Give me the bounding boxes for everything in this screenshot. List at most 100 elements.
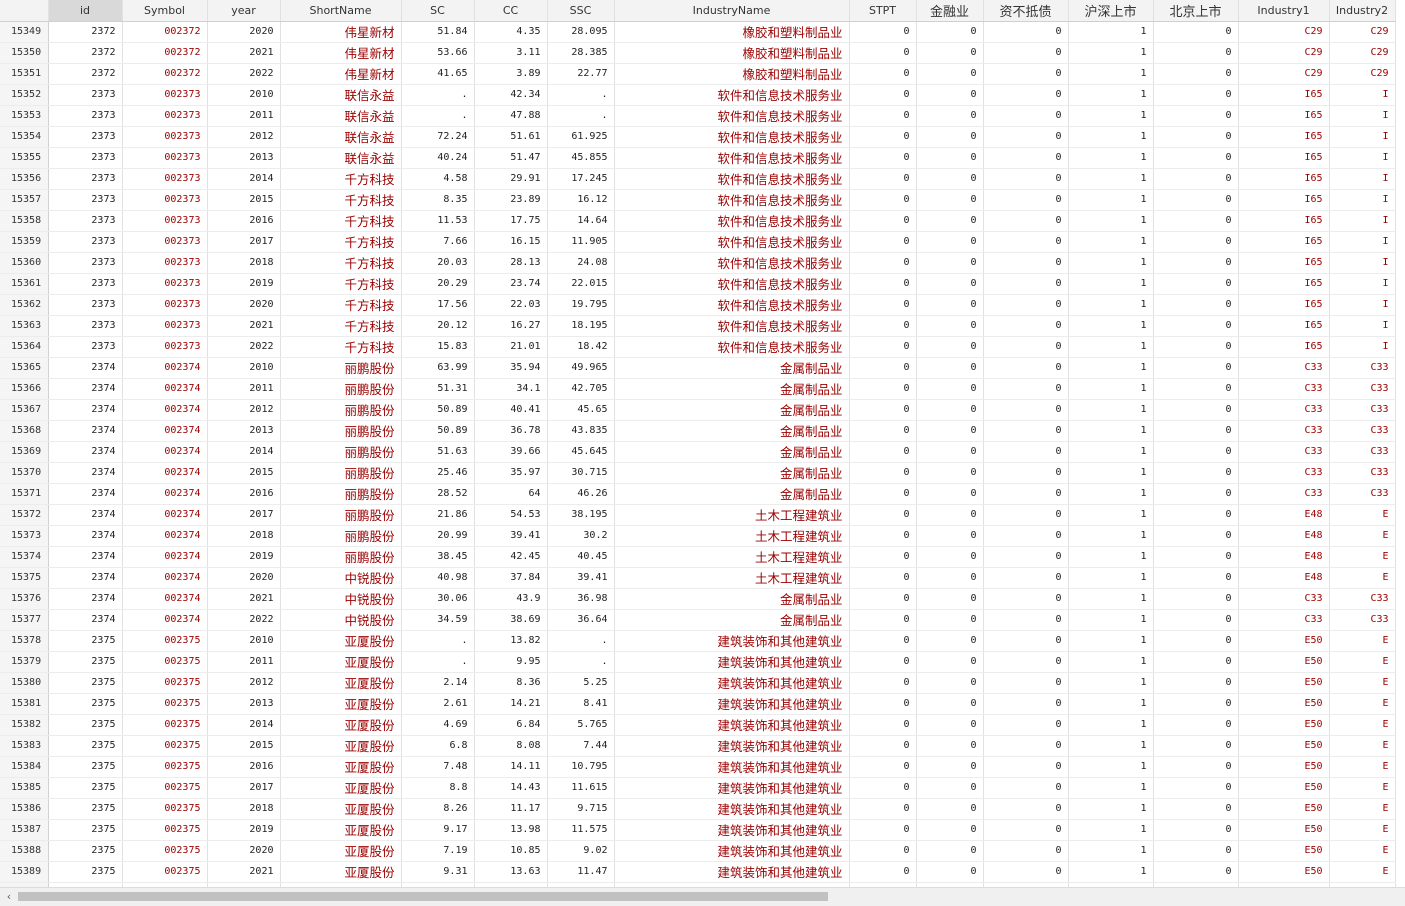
table-cell[interactable]: 40.98 xyxy=(401,567,475,589)
table-cell[interactable]: 0 xyxy=(1153,441,1239,463)
table-cell[interactable]: 0 xyxy=(849,357,917,379)
table-cell[interactable]: 0 xyxy=(1153,126,1239,148)
table-cell[interactable]: C33 xyxy=(1329,357,1396,379)
table-cell[interactable]: 0 xyxy=(849,189,917,211)
table-cell[interactable]: 0 xyxy=(916,420,984,442)
table-cell[interactable]: E50 xyxy=(1238,651,1330,673)
row-number[interactable]: 15350 xyxy=(0,42,49,64)
table-cell[interactable]: 20.29 xyxy=(401,273,475,295)
table-row[interactable]: 15364 2373 002373 2022 千方科技 15.83 21.01 18.42 软件… xyxy=(0,336,1396,358)
table-cell[interactable]: 13.63 xyxy=(474,861,548,883)
table-cell[interactable]: 2021 xyxy=(207,861,281,883)
table-cell[interactable]: 0 xyxy=(849,567,917,589)
row-number[interactable]: 15365 xyxy=(0,357,49,379)
table-cell[interactable]: 建筑装饰和其他建筑业 xyxy=(614,819,850,841)
table-cell[interactable]: . xyxy=(401,84,475,106)
column-header[interactable]: 沪深上市 xyxy=(1068,0,1154,22)
table-cell[interactable]: E xyxy=(1329,819,1396,841)
table-cell[interactable]: 丽鹏股份 xyxy=(280,357,402,379)
table-row[interactable]: 15381 2375 002375 2013 亚厦股份 2.61 14.21 8.41 建筑装饰… xyxy=(0,693,1396,715)
table-cell[interactable]: 0 xyxy=(983,546,1069,568)
table-cell[interactable]: 21.86 xyxy=(401,504,475,526)
table-cell[interactable]: 1 xyxy=(1068,84,1154,106)
table-cell[interactable]: 22.77 xyxy=(547,63,615,85)
table-cell[interactable]: 39.41 xyxy=(547,567,615,589)
table-cell[interactable]: 4.58 xyxy=(401,168,475,190)
table-cell[interactable]: 丽鹏股份 xyxy=(280,483,402,505)
table-row[interactable]: 15383 2375 002375 2015 亚厦股份 6.8 8.08 7.44 建筑装饰和其… xyxy=(0,735,1396,757)
table-cell[interactable]: 0 xyxy=(983,714,1069,736)
table-cell[interactable]: 002372 xyxy=(122,63,208,85)
row-number[interactable]: 15363 xyxy=(0,315,49,337)
row-number[interactable]: 15367 xyxy=(0,399,49,421)
table-cell[interactable]: 002373 xyxy=(122,147,208,169)
table-cell[interactable]: 0 xyxy=(916,189,984,211)
table-cell[interactable]: . xyxy=(401,105,475,127)
table-cell[interactable]: 29.91 xyxy=(474,168,548,190)
table-cell[interactable]: 0 xyxy=(916,483,984,505)
table-cell[interactable]: 软件和信息技术服务业 xyxy=(614,168,850,190)
table-cell[interactable]: I65 xyxy=(1238,252,1330,274)
table-cell[interactable]: 0 xyxy=(849,126,917,148)
table-cell[interactable]: 1 xyxy=(1068,21,1154,43)
table-cell[interactable]: 亚厦股份 xyxy=(280,819,402,841)
table-cell[interactable]: 1 xyxy=(1068,609,1154,631)
row-number[interactable]: 15375 xyxy=(0,567,49,589)
table-cell[interactable]: 002375 xyxy=(122,777,208,799)
table-cell[interactable]: I xyxy=(1329,336,1396,358)
table-cell[interactable]: 54.53 xyxy=(474,504,548,526)
table-cell[interactable]: . xyxy=(401,651,475,673)
table-cell[interactable]: 0 xyxy=(1153,756,1239,778)
table-cell[interactable]: 1 xyxy=(1068,525,1154,547)
table-cell[interactable]: 亚厦股份 xyxy=(280,651,402,673)
table-cell[interactable]: 002373 xyxy=(122,84,208,106)
table-cell[interactable]: 2016 xyxy=(207,210,281,232)
table-cell[interactable]: 002373 xyxy=(122,189,208,211)
table-cell[interactable]: 0 xyxy=(983,588,1069,610)
table-cell[interactable]: 14.21 xyxy=(474,693,548,715)
table-cell[interactable]: 建筑装饰和其他建筑业 xyxy=(614,672,850,694)
table-cell[interactable]: 0 xyxy=(916,546,984,568)
table-cell[interactable]: 2375 xyxy=(48,672,123,694)
table-cell[interactable]: 1 xyxy=(1068,819,1154,841)
table-cell[interactable]: 2022 xyxy=(207,609,281,631)
table-cell[interactable]: 7.48 xyxy=(401,756,475,778)
column-header[interactable]: Industry2 xyxy=(1329,0,1396,22)
table-row[interactable]: 15382 2375 002375 2014 亚厦股份 4.69 6.84 5.765 建筑装饰… xyxy=(0,714,1396,736)
table-cell[interactable]: 0 xyxy=(916,798,984,820)
table-cell[interactable]: 23.74 xyxy=(474,273,548,295)
table-cell[interactable]: 0 xyxy=(1153,63,1239,85)
table-cell[interactable]: 建筑装饰和其他建筑业 xyxy=(614,861,850,883)
table-cell[interactable]: 0 xyxy=(916,168,984,190)
table-cell[interactable]: 0 xyxy=(983,567,1069,589)
table-cell[interactable]: 0 xyxy=(1153,378,1239,400)
column-header[interactable]: 资不抵债 xyxy=(983,0,1069,22)
table-row[interactable]: 15378 2375 002375 2010 亚厦股份. 13.82. 建筑装饰和其他建筑业… xyxy=(0,630,1396,652)
column-header[interactable]: ShortName xyxy=(280,0,402,22)
table-cell[interactable]: 8.8 xyxy=(401,777,475,799)
table-cell[interactable]: 亚厦股份 xyxy=(280,735,402,757)
table-cell[interactable]: 51.47 xyxy=(474,147,548,169)
table-cell[interactable]: 2018 xyxy=(207,798,281,820)
table-cell[interactable]: 千方科技 xyxy=(280,336,402,358)
table-cell[interactable]: 2022 xyxy=(207,63,281,85)
table-cell[interactable]: 1 xyxy=(1068,588,1154,610)
table-cell[interactable]: 0 xyxy=(983,420,1069,442)
table-cell[interactable]: 金属制品业 xyxy=(614,441,850,463)
table-cell[interactable]: 建筑装饰和其他建筑业 xyxy=(614,840,850,862)
table-row[interactable]: 15374 2374 002374 2019 丽鹏股份 38.45 42.45 40.45 土木… xyxy=(0,546,1396,568)
table-cell[interactable]: 软件和信息技术服务业 xyxy=(614,126,850,148)
table-cell[interactable]: 5.765 xyxy=(547,714,615,736)
table-cell[interactable]: 13.98 xyxy=(474,819,548,841)
table-cell[interactable]: 2017 xyxy=(207,231,281,253)
table-row[interactable]: 15350 2372 002372 2021 伟星新材 53.66 3.11 28.385 橡胶… xyxy=(0,42,1396,64)
table-cell[interactable]: 0 xyxy=(983,252,1069,274)
table-cell[interactable]: 43.835 xyxy=(547,420,615,442)
table-cell[interactable]: 建筑装饰和其他建筑业 xyxy=(614,756,850,778)
table-cell[interactable]: E xyxy=(1329,651,1396,673)
table-cell[interactable]: 建筑装饰和其他建筑业 xyxy=(614,777,850,799)
table-row[interactable]: 15349 2372 002372 2020 伟星新材 51.84 4.35 28.095 橡胶… xyxy=(0,21,1396,43)
table-cell[interactable]: 6.8 xyxy=(401,735,475,757)
table-cell[interactable]: 2012 xyxy=(207,126,281,148)
table-cell[interactable]: 千方科技 xyxy=(280,210,402,232)
